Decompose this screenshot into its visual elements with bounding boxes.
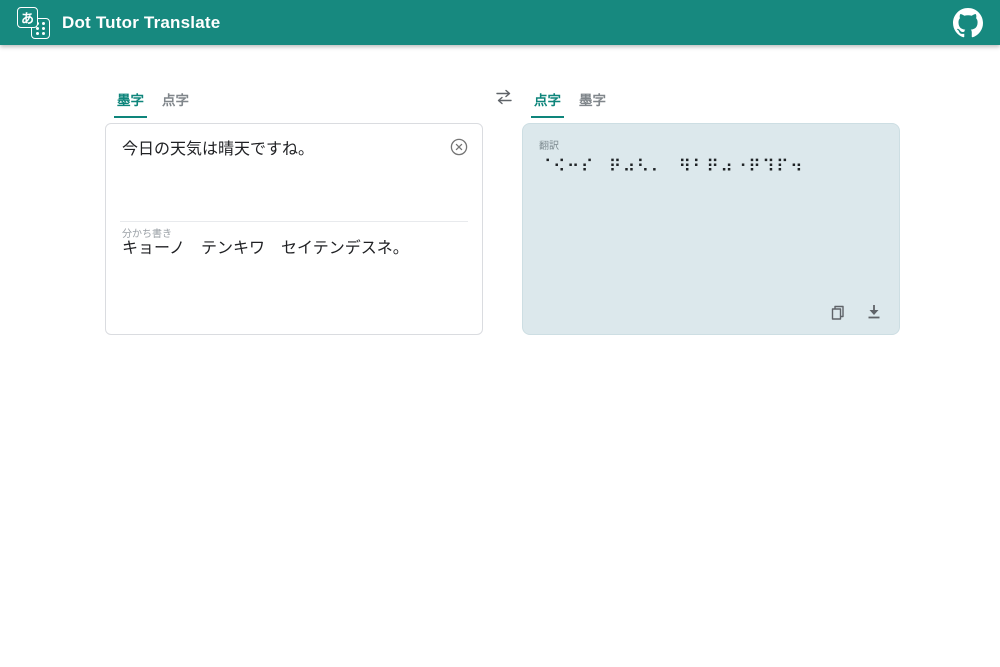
github-link[interactable] [952,7,984,39]
braille-output-card: 翻訳 ⠈⠪⠒⠎⠀⠟⠴⠣⠄⠀⠻⠃⠟⠴⠐⠟⠹⠏⠲ [522,123,900,335]
translation-label: 翻訳 [539,137,883,152]
download-button[interactable] [861,300,887,326]
app-logo: あ [16,6,52,40]
clear-button[interactable] [449,137,469,157]
output-actions [825,300,887,326]
tab-sumiji-output[interactable]: 墨字 [576,84,609,118]
app-header: あ Dot Tutor Translate [0,0,1000,45]
copy-button[interactable] [825,300,851,326]
source-panel: 墨字 点字 今日の天気は晴天ですね。 分かち書き キョーノ テンキワ セイテンデ… [105,84,483,335]
segmentation-text: キョーノ テンキワ セイテンデスネ。 [122,237,466,261]
download-icon [866,304,882,322]
tab-tenji-output[interactable]: 点字 [531,84,564,118]
copy-icon [829,304,847,322]
tab-tenji-source[interactable]: 点字 [159,84,192,118]
kana-icon: あ [17,7,38,28]
tab-sumiji-source[interactable]: 墨字 [114,84,147,118]
source-text-input[interactable]: 今日の天気は晴天ですね。 [122,138,466,162]
github-icon [953,8,983,38]
swap-direction-button[interactable] [489,84,519,110]
source-tab-bar: 墨字 点字 [105,84,483,118]
output-tab-bar: 点字 墨字 [522,84,900,118]
page-title: Dot Tutor Translate [62,13,220,33]
swap-arrows-icon [493,88,515,106]
segmentation-divider [120,221,468,222]
braille-output-text: ⠈⠪⠒⠎⠀⠟⠴⠣⠄⠀⠻⠃⠟⠴⠐⠟⠹⠏⠲ [539,157,883,177]
clear-circle-x-icon [449,137,469,157]
source-input-card[interactable]: 今日の天気は晴天ですね。 分かち書き キョーノ テンキワ セイテンデスネ。 [105,123,483,335]
output-panel: 点字 墨字 翻訳 ⠈⠪⠒⠎⠀⠟⠴⠣⠄⠀⠻⠃⠟⠴⠐⠟⠹⠏⠲ [522,84,900,335]
